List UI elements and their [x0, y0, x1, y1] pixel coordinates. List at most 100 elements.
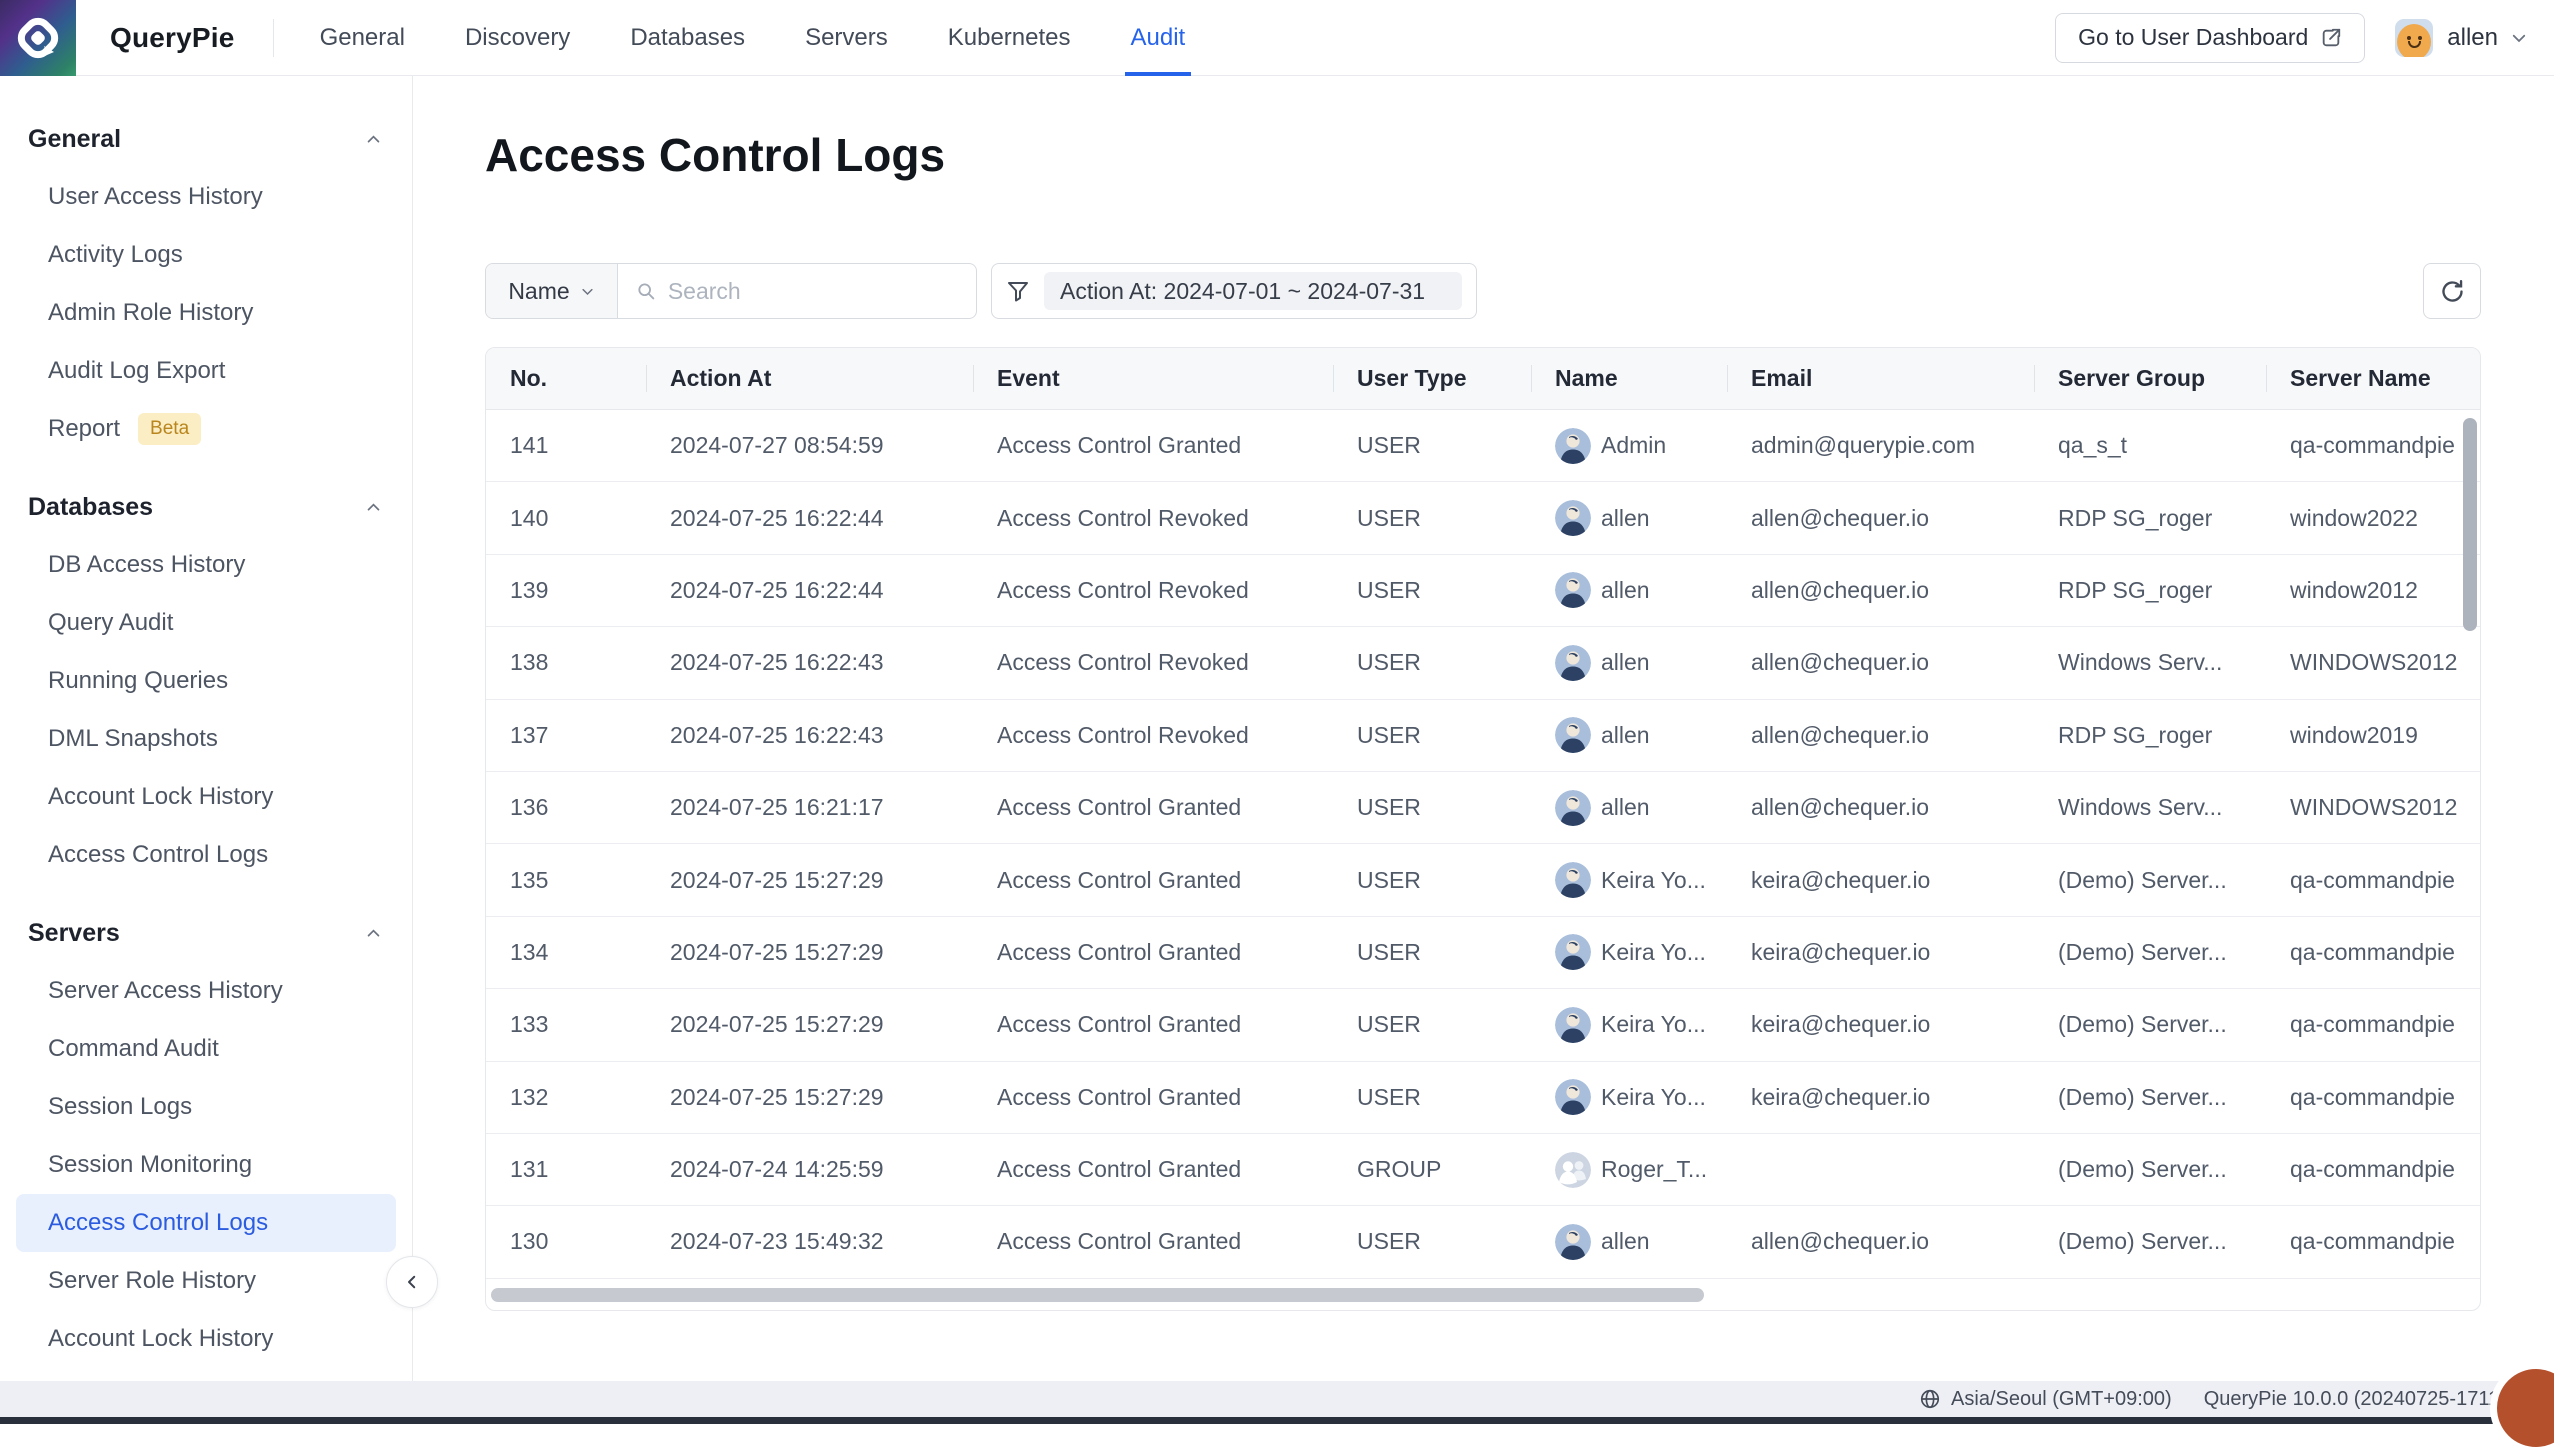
- sidebar-item-admin-role-history[interactable]: Admin Role History: [16, 284, 396, 342]
- sidebar-item-server-access-history[interactable]: Server Access History: [16, 962, 396, 1020]
- sidebar-item-label: Running Queries: [48, 667, 228, 695]
- column-header-server-group: Server Group: [2034, 348, 2266, 409]
- sidebar-item-query-audit[interactable]: Query Audit: [16, 594, 396, 652]
- cell-event: Access Control Revoked: [973, 700, 1333, 771]
- sidebar-section-items: Server Access History Command Audit Sess…: [16, 962, 396, 1368]
- cell-action-at: 2024-07-27 08:54:59: [646, 410, 973, 481]
- table-row[interactable]: 1392024-07-25 16:22:44Access Control Rev…: [486, 555, 2480, 627]
- table-row[interactable]: 1402024-07-25 16:22:44Access Control Rev…: [486, 482, 2480, 554]
- sidebar-item-db-access-history[interactable]: DB Access History: [16, 536, 396, 594]
- table-row[interactable]: 1372024-07-25 16:22:43Access Control Rev…: [486, 700, 2480, 772]
- top-nav-item-discovery[interactable]: Discovery: [465, 0, 570, 76]
- sidebar-item-user-access-history[interactable]: User Access History: [16, 168, 396, 226]
- top-nav-item-servers[interactable]: Servers: [805, 0, 888, 76]
- table-row[interactable]: 1332024-07-25 15:27:29Access Control Gra…: [486, 989, 2480, 1061]
- table-row[interactable]: 1362024-07-25 16:21:17Access Control Gra…: [486, 772, 2480, 844]
- sidebar-section-header[interactable]: Databases: [16, 478, 396, 536]
- sidebar-item-session-monitoring[interactable]: Session Monitoring: [16, 1136, 396, 1194]
- sidebar-section-header[interactable]: Servers: [16, 904, 396, 962]
- search-field-selector[interactable]: Name: [486, 264, 618, 318]
- sidebar-section-items: DB Access History Query Audit Running Qu…: [16, 536, 396, 884]
- refresh-button[interactable]: [2423, 263, 2481, 319]
- cell-no: 134: [486, 917, 646, 988]
- sidebar-item-server-role-history[interactable]: Server Role History: [16, 1252, 396, 1310]
- cell-action-at: 2024-07-25 15:27:29: [646, 989, 973, 1060]
- sidebar-item-audit-log-export[interactable]: Audit Log Export: [16, 342, 396, 400]
- cell-event: Access Control Granted: [973, 917, 1333, 988]
- cell-user-type: USER: [1333, 482, 1531, 553]
- top-nav-item-kubernetes[interactable]: Kubernetes: [948, 0, 1071, 76]
- sidebar-item-access-control-logs[interactable]: Access Control Logs: [16, 826, 396, 884]
- go-to-user-dashboard-button[interactable]: Go to User Dashboard: [2055, 13, 2365, 63]
- timezone-group: Asia/Seoul (GMT+09:00): [1919, 1388, 2172, 1411]
- cell-event: Access Control Granted: [973, 1206, 1333, 1277]
- sidebar: General User Access History Activity Log…: [0, 76, 413, 1381]
- action-at-filter-chip[interactable]: Action At: 2024-07-01 ~ 2024-07-31: [1044, 272, 1462, 310]
- user-menu[interactable]: allen: [2395, 19, 2528, 57]
- top-nav-item-label: Databases: [630, 24, 745, 52]
- sidebar-item-label: Command Audit: [48, 1035, 219, 1063]
- sidebar-item-report[interactable]: Report Beta: [16, 400, 396, 458]
- table-row[interactable]: 1342024-07-25 15:27:29Access Control Gra…: [486, 917, 2480, 989]
- chevron-up-icon: [365, 925, 382, 942]
- sidebar-item-account-lock-history[interactable]: Account Lock History: [16, 1310, 396, 1368]
- sidebar-item-label: Report: [48, 415, 120, 443]
- cell-server-name: WINDOWS2012: [2266, 627, 2480, 698]
- table-row[interactable]: 1302024-07-23 15:49:32Access Control Gra…: [486, 1206, 2480, 1278]
- user-avatar: [1555, 1007, 1591, 1043]
- cell-user-type: USER: [1333, 844, 1531, 915]
- top-nav-item-audit[interactable]: Audit: [1131, 0, 1186, 76]
- top-nav-item-databases[interactable]: Databases: [630, 0, 745, 76]
- sidebar-item-dml-snapshots[interactable]: DML Snapshots: [16, 710, 396, 768]
- cell-server-group: (Demo) Server...: [2034, 844, 2266, 915]
- sidebar-item-account-lock-history[interactable]: Account Lock History: [16, 768, 396, 826]
- cell-email: allen@chequer.io: [1727, 772, 2034, 843]
- cell-event: Access Control Granted: [973, 989, 1333, 1060]
- cell-user-type: USER: [1333, 555, 1531, 626]
- sidebar-section-header[interactable]: General: [16, 110, 396, 168]
- user-avatar: [1555, 428, 1591, 464]
- cell-email: admin@querypie.com: [1727, 410, 2034, 481]
- sidebar-item-running-queries[interactable]: Running Queries: [16, 652, 396, 710]
- sidebar-item-access-control-logs[interactable]: Access Control Logs: [16, 1194, 396, 1252]
- brand-title: QueryPie: [110, 22, 235, 54]
- sidebar-collapse-button[interactable]: [386, 1256, 438, 1308]
- table-row[interactable]: 1352024-07-25 15:27:29Access Control Gra…: [486, 844, 2480, 916]
- top-nav-item-general[interactable]: General: [320, 0, 405, 76]
- sidebar-item-command-audit[interactable]: Command Audit: [16, 1020, 396, 1078]
- table-row[interactable]: 1412024-07-27 08:54:59Access Control Gra…: [486, 410, 2480, 482]
- cell-name: Roger_T...: [1531, 1134, 1727, 1205]
- user-name-label: allen: [1601, 649, 1650, 676]
- user-avatar: [1555, 790, 1591, 826]
- beta-badge: Beta: [138, 413, 201, 445]
- table-row[interactable]: 1312024-07-24 14:25:59Access Control Gra…: [486, 1134, 2480, 1206]
- sidebar-item-label: Account Lock History: [48, 1325, 273, 1353]
- horizontal-scrollbar[interactable]: [491, 1288, 1704, 1302]
- cell-no: 141: [486, 410, 646, 481]
- date-filter-control: Action At: 2024-07-01 ~ 2024-07-31: [991, 263, 1477, 319]
- cell-server-group: Windows Serv...: [2034, 627, 2266, 698]
- user-name-label: Roger_T...: [1601, 1156, 1707, 1183]
- user-name-label: Keira Yo...: [1601, 1011, 1706, 1038]
- top-nav-item-label: General: [320, 24, 405, 52]
- sidebar-item-activity-logs[interactable]: Activity Logs: [16, 226, 396, 284]
- search-input[interactable]: [668, 278, 958, 305]
- table-row[interactable]: 1322024-07-25 15:27:29Access Control Gra…: [486, 1062, 2480, 1134]
- cell-action-at: 2024-07-25 16:22:44: [646, 555, 973, 626]
- table-row[interactable]: 1382024-07-25 16:22:43Access Control Rev…: [486, 627, 2480, 699]
- sidebar-section-label: General: [28, 125, 121, 154]
- filter-funnel-icon: [1006, 279, 1030, 303]
- cell-event: Access Control Granted: [973, 1134, 1333, 1205]
- cell-name: allen: [1531, 555, 1727, 626]
- sidebar-item-label: Session Monitoring: [48, 1151, 252, 1179]
- top-nav-item-label: Discovery: [465, 24, 570, 52]
- status-bar: Asia/Seoul (GMT+09:00) QueryPie 10.0.0 (…: [0, 1381, 2554, 1417]
- dashboard-button-label: Go to User Dashboard: [2078, 24, 2308, 51]
- cell-email: keira@chequer.io: [1727, 917, 2034, 988]
- cell-action-at: 2024-07-25 15:27:29: [646, 1062, 973, 1133]
- sidebar-item-session-logs[interactable]: Session Logs: [16, 1078, 396, 1136]
- sidebar-item-label: Activity Logs: [48, 241, 183, 269]
- sidebar-item-label: Audit Log Export: [48, 357, 225, 385]
- vertical-scrollbar[interactable]: [2463, 418, 2477, 631]
- top-nav-item-label: Servers: [805, 24, 888, 52]
